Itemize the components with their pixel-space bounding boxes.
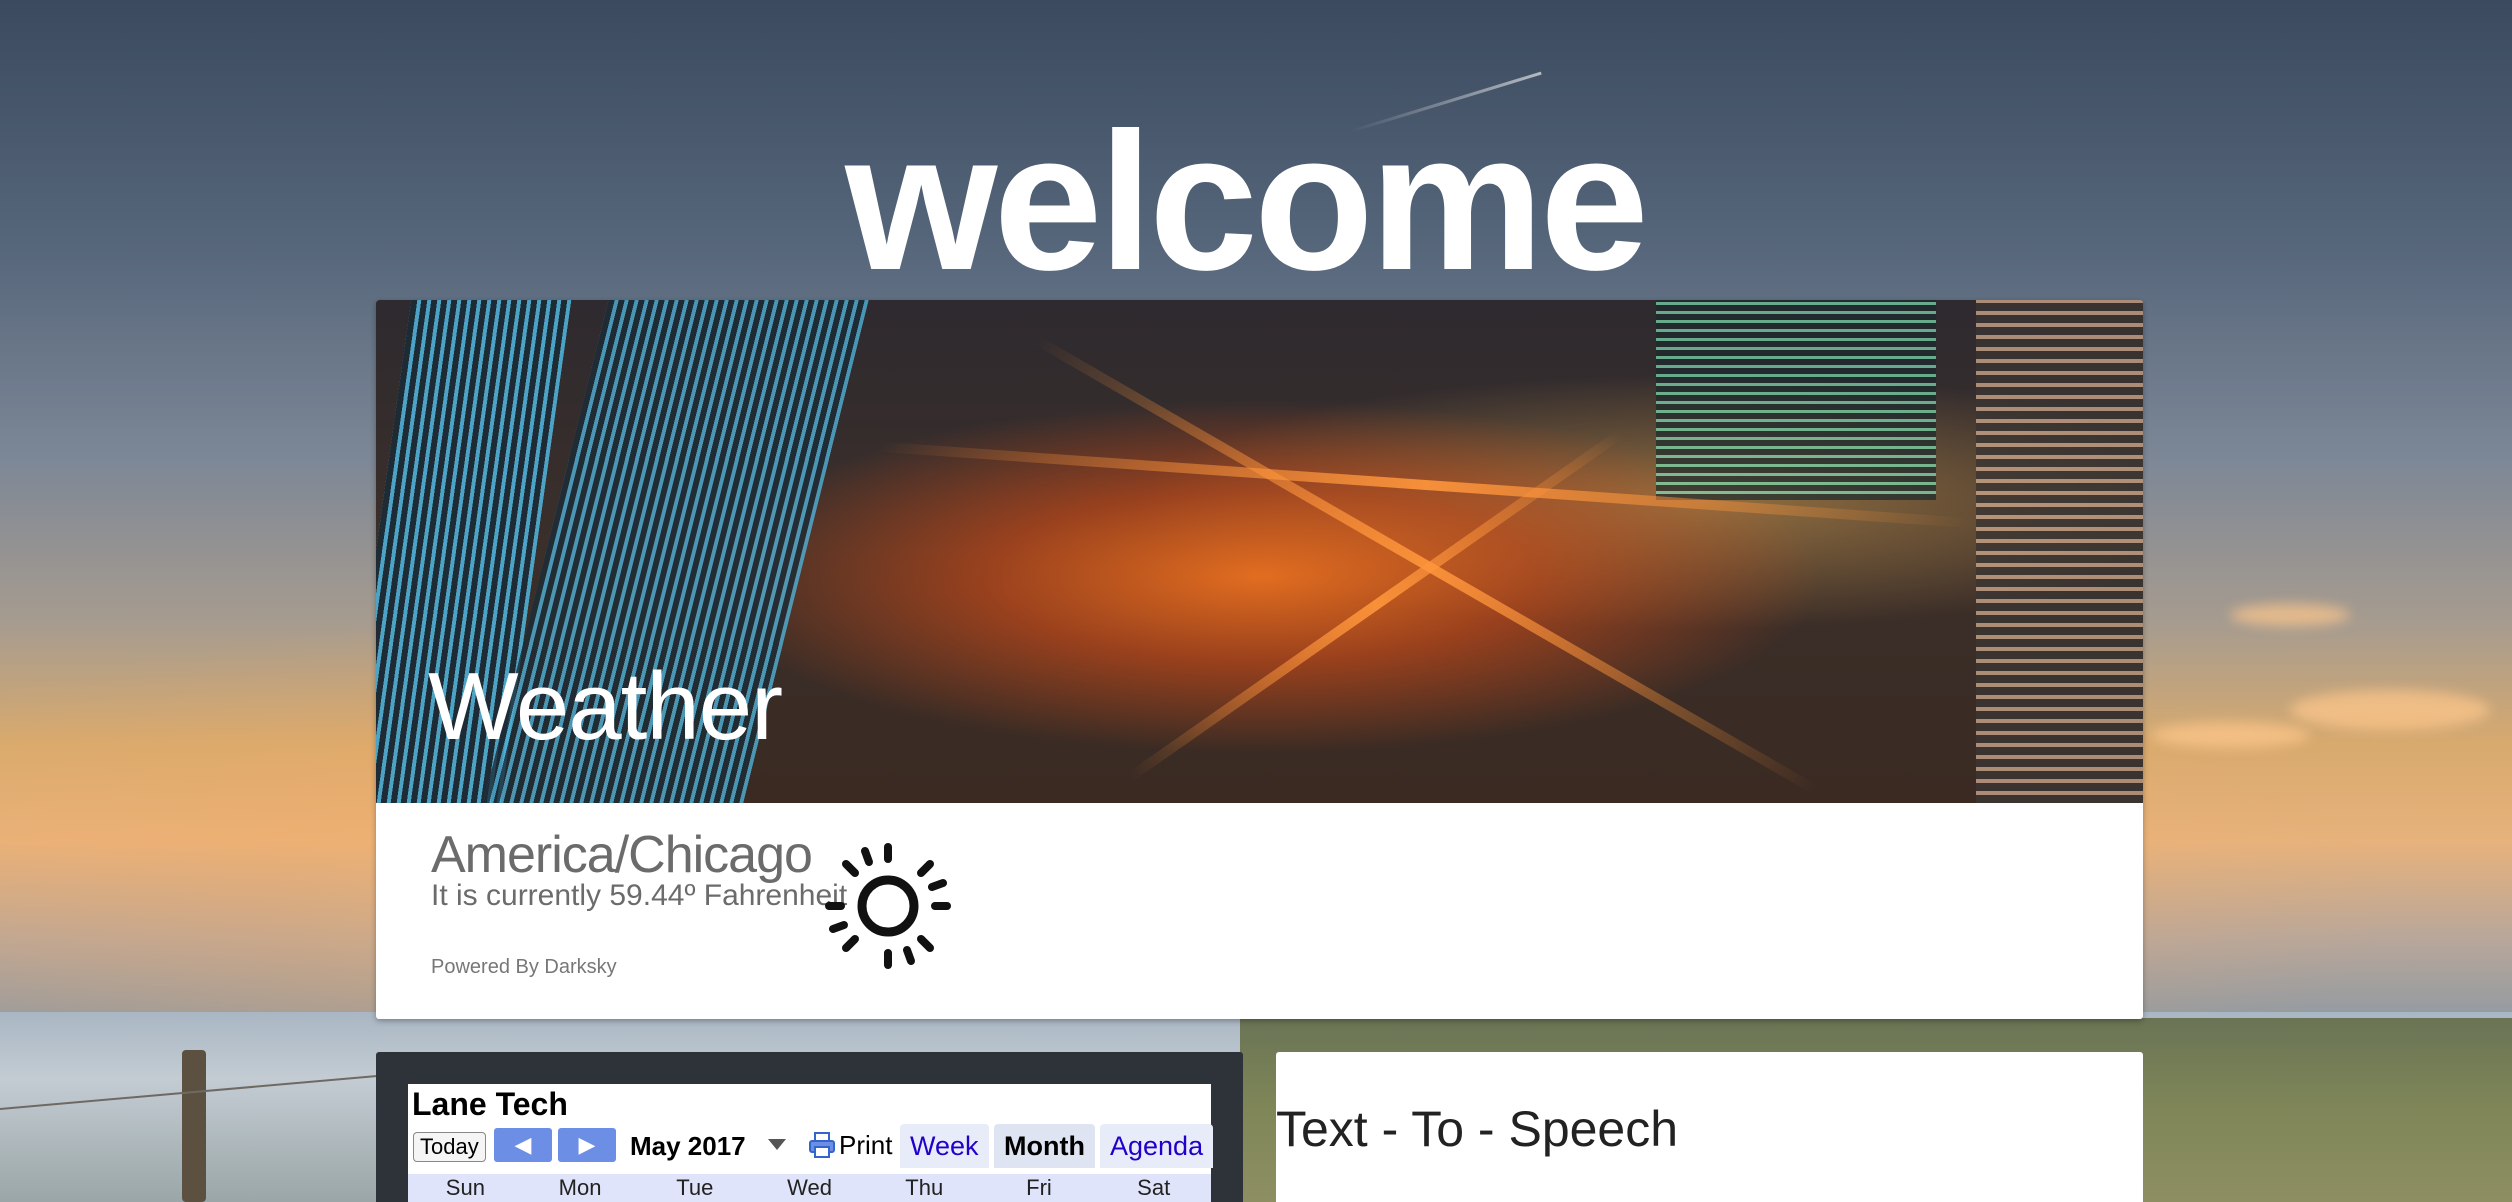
text-to-speech-title: Text - To - Speech — [1276, 1101, 1679, 1157]
printer-icon — [809, 1132, 835, 1158]
print-label: Print — [839, 1129, 893, 1160]
background-cloud — [2230, 604, 2350, 626]
sun-icon — [825, 843, 951, 969]
background-cloud — [2150, 722, 2310, 748]
weekday-mon: Mon — [558, 1175, 602, 1200]
weather-title: Weather — [428, 653, 783, 760]
welcome-heading: welcome — [845, 92, 1649, 311]
chevron-down-icon[interactable] — [768, 1139, 786, 1150]
image-building — [1656, 300, 1936, 500]
tab-agenda[interactable]: Agenda — [1100, 1124, 1214, 1168]
calendar-title: Lane Tech — [412, 1086, 568, 1122]
tab-week[interactable]: Week — [900, 1124, 989, 1168]
text-to-speech-panel: Text - To - Speech — [1276, 1052, 2143, 1202]
calendar-widget: Lane Tech Today ◀ ▶ May 2017 Print Week … — [408, 1084, 1214, 1202]
print-button[interactable]: Print — [808, 1128, 892, 1162]
today-button[interactable]: Today — [413, 1132, 486, 1162]
weekday-wed: Wed — [787, 1175, 832, 1200]
weekday-tue: Tue — [676, 1175, 714, 1200]
weather-powered-by: Powered By Darksky — [431, 956, 617, 978]
background-fence-post — [182, 1050, 206, 1202]
weather-location: America/Chicago — [431, 826, 813, 884]
chevron-right-icon: ▶ — [578, 1132, 596, 1157]
weather-card: Weather America/Chicago It is currently … — [376, 300, 2143, 1019]
weekday-header-row: Sun Mon Tue Wed Thu Fri Sat — [408, 1174, 1211, 1202]
previous-month-button[interactable]: ◀ — [494, 1128, 552, 1162]
next-month-button[interactable]: ▶ — [558, 1128, 616, 1162]
weather-current-temperature: It is currently 59.44º Fahrenheit — [431, 879, 848, 912]
weather-body: America/Chicago It is currently 59.44º F… — [376, 803, 2143, 1019]
background-cloud — [2290, 690, 2490, 730]
calendar-panel: Lane Tech Today ◀ ▶ May 2017 Print Week … — [376, 1052, 1243, 1202]
weekday-sat: Sat — [1137, 1175, 1171, 1200]
weather-header-image: Weather — [376, 300, 2143, 803]
weekday-fri: Fri — [1026, 1175, 1052, 1200]
current-month-label: May 2017 — [630, 1131, 746, 1161]
weekday-sun: Sun — [445, 1175, 485, 1200]
chevron-left-icon: ◀ — [514, 1132, 532, 1157]
weekday-thu: Thu — [905, 1175, 944, 1200]
tab-month[interactable]: Month — [994, 1124, 1095, 1168]
image-building — [1976, 300, 2143, 803]
